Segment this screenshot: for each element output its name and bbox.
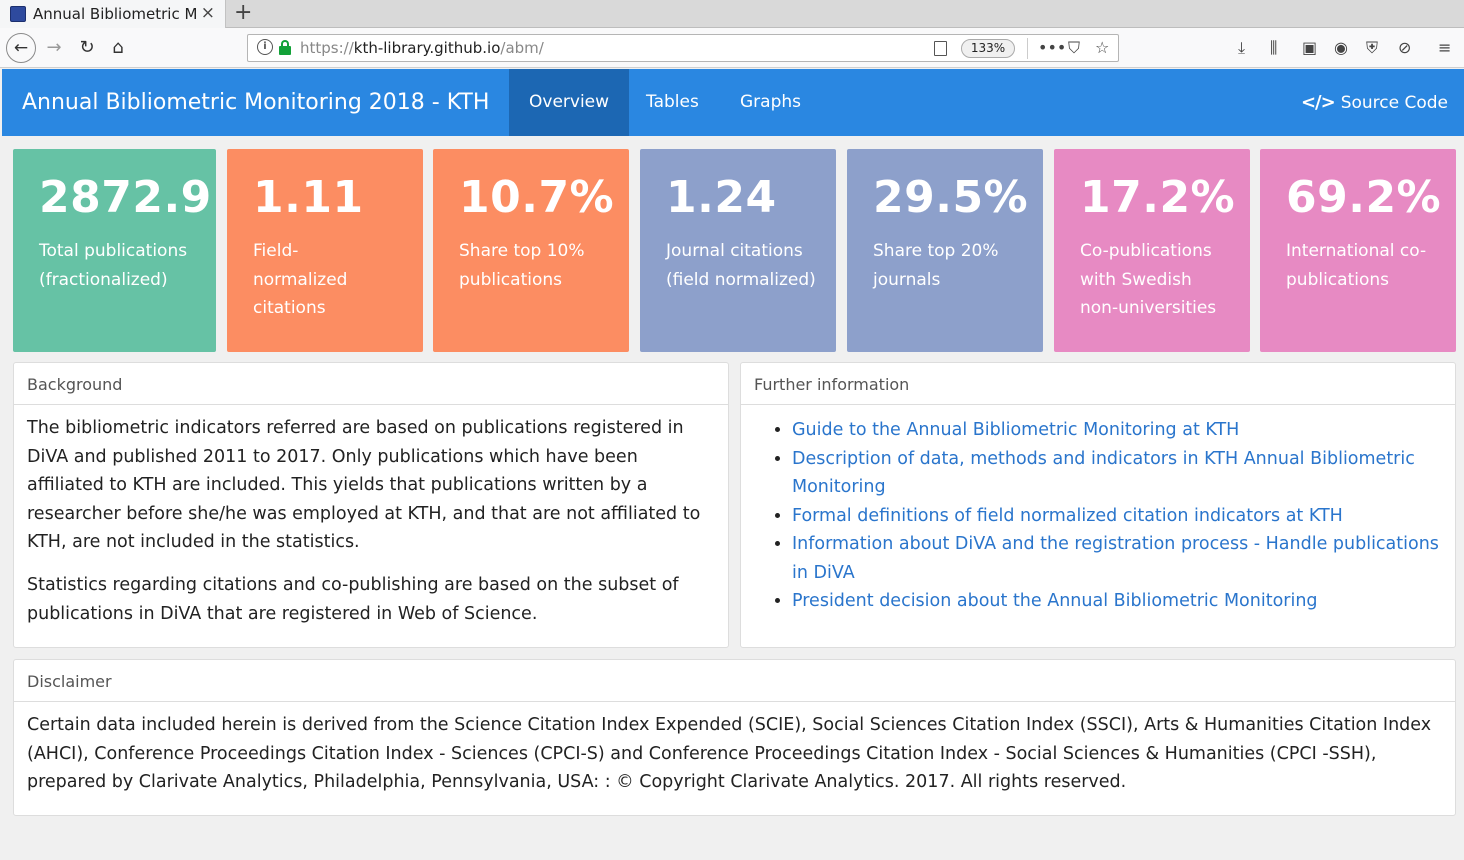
list-item: President decision about the Annual Bibl…: [792, 587, 1455, 616]
value-box-value: 10.7%: [459, 172, 615, 223]
value-box-value: 29.5%: [873, 172, 1029, 223]
site-navbar: Annual Bibliometric Monitoring 2018 - KT…: [2, 69, 1464, 136]
library-icon[interactable]: ⫼: [1270, 28, 1277, 68]
reader-view-icon[interactable]: [934, 41, 947, 56]
value-box-label: Share top 10% publications: [459, 241, 585, 290]
pocket-icon[interactable]: ⛉: [1068, 36, 1080, 60]
value-box-value: 69.2%: [1286, 172, 1442, 223]
tab-graphs[interactable]: Graphs: [720, 69, 821, 136]
value-box-value: 1.11: [253, 172, 364, 223]
value-box-label: Co-publications with Swedish non-univers…: [1080, 241, 1217, 318]
list-item: Formal definitions of field normalized c…: [792, 502, 1455, 531]
tab-overview[interactable]: Overview: [509, 69, 630, 136]
code-icon: </>: [1300, 92, 1336, 113]
page-actions-icon[interactable]: •••: [1038, 36, 1066, 60]
value-box-label: International co-publications: [1286, 241, 1427, 290]
site-title[interactable]: Annual Bibliometric Monitoring 2018 - KT…: [22, 69, 489, 136]
tab-tables[interactable]: Tables: [626, 69, 719, 136]
forward-arrow-icon[interactable]: →: [42, 28, 66, 68]
description-link[interactable]: Description of data, methods and indicat…: [792, 449, 1415, 498]
browser-tabstrip: Annual Bibliometric Monitoring 2018 - KT…: [0, 0, 1464, 28]
account-icon[interactable]: ◉: [1334, 28, 1348, 68]
list-item: Description of data, methods and indicat…: [792, 445, 1455, 502]
value-box-share-top20-journals: 29.5% Share top 20% journals: [847, 149, 1043, 352]
further-information-list: Guide to the Annual Bibliometric Monitor…: [741, 405, 1455, 616]
panel-heading: Background: [14, 363, 728, 405]
browser-tab[interactable]: Annual Bibliometric Monitoring 2018 - KT…: [0, 0, 226, 28]
list-item: Information about DiVA and the registrat…: [792, 530, 1455, 587]
zoom-level-badge[interactable]: 133%: [961, 39, 1015, 58]
panel-body: The bibliometric indicators referred are…: [14, 405, 728, 628]
tab-close-icon[interactable]: ×: [201, 3, 215, 23]
value-box-swedish-copublications: 17.2% Co-publications with Swedish non-u…: [1054, 149, 1250, 352]
back-arrow-icon[interactable]: ←: [6, 33, 36, 63]
value-box-journal-citations: 1.24 Journal citations (field normalized…: [640, 149, 836, 352]
value-box-label: Share top 20% journals: [873, 241, 999, 290]
sidebar-icon[interactable]: ▣: [1302, 28, 1317, 68]
value-box-share-top10: 10.7% Share top 10% publications: [433, 149, 629, 352]
list-item: Guide to the Annual Bibliometric Monitor…: [792, 416, 1455, 445]
background-panel: Background The bibliometric indicators r…: [13, 362, 729, 648]
panel-heading: Further information: [741, 363, 1455, 405]
guide-link[interactable]: Guide to the Annual Bibliometric Monitor…: [792, 420, 1239, 440]
value-box-label: Journal citations (field normalized): [666, 241, 816, 290]
diva-information-link[interactable]: Information about DiVA and the registrat…: [792, 534, 1439, 583]
disclaimer-panel: Disclaimer Certain data included herein …: [13, 659, 1456, 816]
downloads-icon[interactable]: ⤓: [1238, 28, 1245, 68]
panel-body: Certain data included herein is derived …: [14, 702, 1455, 797]
favicon-icon: [10, 6, 26, 22]
value-box-international-copublications: 69.2% International co-publications: [1260, 149, 1456, 352]
reload-icon[interactable]: ↻: [75, 28, 99, 68]
shield-icon[interactable]: ⛨: [1366, 28, 1378, 68]
value-box-label: Field-normalized citations: [253, 241, 348, 318]
new-tab-button[interactable]: +: [234, 0, 252, 26]
value-box-label: Total publications (fractionalized): [39, 241, 188, 290]
value-box-value: 1.24: [666, 172, 777, 223]
president-decision-link[interactable]: President decision about the Annual Bibl…: [792, 591, 1318, 611]
background-paragraph: The bibliometric indicators referred are…: [27, 418, 701, 552]
disclaimer-text: Certain data included herein is derived …: [27, 715, 1432, 792]
background-paragraph: Statistics regarding citations and co-pu…: [27, 575, 679, 624]
menu-icon[interactable]: ≡: [1438, 28, 1451, 68]
extension-icon[interactable]: ⊘: [1398, 28, 1411, 68]
source-code-link[interactable]: </> Source Code: [1301, 69, 1448, 137]
panel-heading: Disclaimer: [14, 660, 1455, 702]
value-box-field-normalized-citations: 1.11 Field-normalized citations: [227, 149, 423, 352]
lock-icon: [279, 40, 291, 55]
url-text[interactable]: https://kth-library.github.io/abm/: [300, 39, 544, 57]
value-box-total-publications: 2872.9 Total publications (fractionalize…: [13, 149, 216, 352]
tab-title: Annual Bibliometric Monitoring 2018 - KT…: [33, 5, 198, 23]
home-icon[interactable]: ⌂: [106, 28, 130, 68]
url-bar[interactable]: i https://kth-library.github.io/abm/ 133…: [247, 34, 1119, 62]
bookmark-star-icon[interactable]: ☆: [1095, 36, 1109, 60]
formal-definitions-link[interactable]: Formal definitions of field normalized c…: [792, 506, 1343, 526]
site-info-icon[interactable]: i: [257, 39, 273, 55]
browser-toolbar: ← → ↻ ⌂ i https://kth-library.github.io/…: [0, 28, 1464, 68]
further-information-panel: Further information Guide to the Annual …: [740, 362, 1456, 648]
url-separator: [1027, 38, 1028, 59]
value-box-value: 2872.9: [39, 172, 212, 223]
value-box-value: 17.2%: [1080, 172, 1236, 223]
